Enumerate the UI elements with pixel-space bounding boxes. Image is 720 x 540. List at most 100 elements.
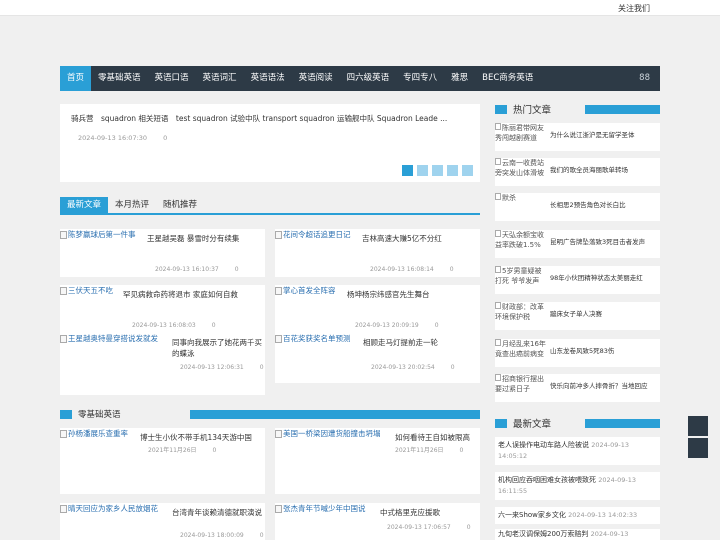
article-title[interactable]: 相顾走马灯提前走一轮 — [363, 337, 478, 348]
article-meta: 2024-09-13 16:08:03 0 — [132, 322, 216, 329]
hot-title[interactable]: 山东龙卷风致5死83伤 — [550, 347, 658, 356]
hot-title[interactable]: 为什么说江浙沪是无留学圣体 — [550, 131, 658, 140]
slide-dot-2[interactable] — [417, 165, 428, 176]
hot-title[interactable]: 蹦床女子单人决赛 — [550, 310, 658, 319]
nav-item-cet[interactable]: 四六级英语 — [340, 66, 397, 91]
tab-random[interactable]: 随机推荐 — [156, 197, 204, 213]
new-article[interactable]: 九旬老汉调保姆200万索赔判 2024-09-13 — [495, 529, 660, 540]
slide-title[interactable]: 骑兵营 squadron 相关短语 test squadron 试验中队 tra… — [71, 113, 447, 124]
hot-title[interactable]: 98年小伙团精神状态太美丽走红 — [550, 274, 658, 283]
hot-title[interactable]: 我们的歌全员海丽歌单转场 — [550, 166, 658, 175]
nav-item-home[interactable]: 首页 — [60, 66, 92, 91]
article-card[interactable]: 三伏天五不吃 罕见病救命药将退市 家庭如何自救 2024-09-13 16:08… — [60, 285, 265, 333]
article-card[interactable]: 王星越奥特曼穿搭说发就发 同事向我展示了她花两千买的蝶泳 2024-09-13 … — [60, 333, 265, 395]
article-card[interactable]: 晴天回应为家乡人民放烟花 台湾青年谈赖清德就职演说 2024-09-13 18:… — [60, 503, 265, 540]
hot-title[interactable]: 长相思2预告角色对长白比 — [550, 201, 658, 210]
nav-item-tem[interactable]: 专四专八 — [396, 66, 444, 91]
article-card[interactable]: 陈梦赢球后第一件事 王星越吴磊 暴雪时分有续集 2024-09-13 16:10… — [60, 229, 265, 277]
floating-share-button[interactable] — [688, 416, 708, 436]
hot-article[interactable]: 月经乱来16年竟查出癌前病变 山东龙卷风致5死83伤 — [495, 339, 660, 367]
article-title[interactable]: 中式格里克应援歌 — [380, 507, 480, 518]
new-title[interactable]: 老人误操作电动车路人险被说 — [498, 441, 589, 449]
slide-meta: 2024-09-13 16:07:30 0 — [78, 134, 181, 142]
sidebar-hot-title[interactable]: 热门文章 — [513, 102, 551, 116]
new-date: 2024-09-13 — [590, 530, 629, 538]
article-thumb[interactable]: 美国一桥梁因遭货船撞击坍塌 — [275, 428, 381, 439]
article-card[interactable]: 花间令超话追更日记 吉林高速大赚5亿不分红 2024-09-13 16:08:1… — [275, 229, 480, 277]
tab-monthly-hot[interactable]: 本月热评 — [108, 197, 156, 213]
hot-article[interactable]: 招商银行摆出要过紧日子 快乐向前冲多人摔骨折？当地回应 — [495, 374, 660, 402]
article-title[interactable]: 罕见病救命药将退市 家庭如何自救 — [123, 289, 263, 300]
nav-more-icon[interactable]: 88 — [639, 66, 650, 91]
article-card[interactable]: 孙杨潘展乐查重率 博士生小伙不带手机134天游中国 2021年11月26日 0 — [60, 428, 265, 494]
article-card[interactable]: 美国一桥梁因遭货船撞击坍塌 如何看待王自如被限高 2021年11月26日 0 — [275, 428, 480, 494]
article-title[interactable]: 博士生小伙不带手机134天游中国 — [140, 432, 265, 443]
nav-item-beginner[interactable]: 零基础英语 — [91, 66, 148, 91]
nav-item-reading[interactable]: 英语阅读 — [292, 66, 340, 91]
article-title[interactable]: 吉林高速大赚5亿不分红 — [362, 233, 477, 244]
section-divider — [190, 410, 480, 419]
article-thumb[interactable]: 孙杨潘展乐查重率 — [60, 428, 128, 439]
broken-image-icon — [275, 504, 282, 513]
article-thumb[interactable]: 三伏天五不吃 — [60, 285, 113, 296]
sidebar-new-header: 最新文章 — [495, 416, 660, 430]
article-title[interactable]: 王星越吴磊 暴雪时分有续集 — [147, 233, 262, 244]
hot-thumb[interactable]: 招商银行摆出要过紧日子 — [495, 374, 547, 402]
article-thumb[interactable]: 陈梦赢球后第一件事 — [60, 229, 136, 240]
new-title[interactable]: 机构回应吞咽困难女孩被喂致死 — [498, 476, 596, 484]
article-inner: 张杰青年节喊少年中国说 中式格里克应援歌 2024-09-13 17:06:57… — [275, 503, 480, 540]
new-article[interactable]: 机构回应吞咽困难女孩被喂致死 2024-09-13 16:11:55 — [495, 472, 660, 500]
hot-article[interactable]: 5岁男童疑被打死 爷爷发声 98年小伙团精神状态太美丽走红 — [495, 266, 660, 294]
new-article[interactable]: 老人误操作电动车路人险被说 2024-09-13 14:05:12 — [495, 437, 660, 465]
back-to-top-button[interactable] — [688, 438, 708, 458]
hot-article[interactable]: 默杀 长相思2预告角色对长白比 — [495, 193, 660, 221]
section-title[interactable]: 零基础英语 — [78, 408, 121, 420]
article-card[interactable]: 张杰青年节喊少年中国说 中式格里克应援歌 2024-09-13 17:06:57… — [275, 503, 480, 540]
article-thumb[interactable]: 晴天回应为家乡人民放烟花 — [60, 503, 158, 514]
article-meta: 2021年11月26日 0 — [395, 447, 464, 454]
article-thumb[interactable]: 百花奖获奖名单预测 — [275, 333, 351, 344]
article-title[interactable]: 台湾青年谈赖清德就职演说 — [172, 507, 264, 518]
hot-article[interactable]: 云南一收费站旁突发山体滑坡 我们的歌全员海丽歌单转场 — [495, 158, 660, 186]
article-title[interactable]: 同事向我展示了她花两千买的蝶泳 — [172, 337, 264, 359]
article-thumb[interactable]: 王星越奥特曼穿搭说发就发 — [60, 333, 158, 344]
hot-article[interactable]: 陈丽君带网友秀闯越剧赛道 为什么说江浙沪是无留学圣体 — [495, 123, 660, 151]
nav-item-ielts[interactable]: 雅思 — [444, 66, 475, 91]
hot-article[interactable]: 天弘余额宝收益率跌破1.5% 昆明广告牌坠落致3死目击者发声 — [495, 230, 660, 258]
slide-dot-1[interactable] — [402, 165, 413, 176]
hot-thumb[interactable]: 陈丽君带网友秀闯越剧赛道 — [495, 123, 547, 151]
slide-dot-4[interactable] — [447, 165, 458, 176]
hot-thumb[interactable]: 财政部：改革环境保护税 — [495, 302, 547, 330]
article-meta: 2024-09-13 20:02:54 0 — [371, 364, 455, 371]
tab-latest[interactable]: 最新文章 — [60, 197, 109, 213]
new-article[interactable]: 六一来Show家乡文化 2024-09-13 14:02:33 — [495, 507, 660, 524]
sidebar-new-title[interactable]: 最新文章 — [513, 416, 551, 430]
article-thumb[interactable]: 张杰青年节喊少年中国说 — [275, 503, 366, 514]
article-card[interactable]: 百花奖获奖名单预测 相顾走马灯提前走一轮 2024-09-13 20:02:54… — [275, 333, 480, 383]
new-title[interactable]: 九旬老汉调保姆200万索赔判 — [498, 530, 588, 538]
article-title[interactable]: 如何看待王自如被限高 — [395, 432, 480, 443]
slide-dot-3[interactable] — [432, 165, 443, 176]
article-thumb[interactable]: 花间令超话追更日记 — [275, 229, 351, 240]
hot-article[interactable]: 财政部：改革环境保护税 蹦床女子单人决赛 — [495, 302, 660, 330]
new-title[interactable]: 六一来Show家乡文化 — [498, 511, 566, 519]
nav-item-vocabulary[interactable]: 英语词汇 — [196, 66, 244, 91]
article-title[interactable]: 杨坤杨宗纬感官先生舞台 — [347, 289, 477, 300]
hot-thumb[interactable]: 天弘余额宝收益率跌破1.5% — [495, 230, 547, 258]
hot-title[interactable]: 昆明广告牌坠落致3死目击者发声 — [550, 238, 658, 247]
hot-thumb[interactable]: 云南一收费站旁突发山体滑坡 — [495, 158, 547, 186]
article-card[interactable]: 掌心首发全阵容 杨坤杨宗纬感官先生舞台 2024-09-13 20:09:19 0 — [275, 285, 480, 333]
nav-item-grammar[interactable]: 英语语法 — [244, 66, 292, 91]
article-thumb[interactable]: 掌心首发全阵容 — [275, 285, 336, 296]
hot-thumb[interactable]: 默杀 — [495, 193, 547, 221]
hot-title[interactable]: 快乐向前冲多人摔骨折？当地回应 — [550, 382, 658, 391]
broken-image-icon — [60, 286, 67, 295]
slide-dot-5[interactable] — [462, 165, 473, 176]
hot-thumb[interactable]: 月经乱来16年竟查出癌前病变 — [495, 339, 547, 367]
follow-us-link[interactable]: 关注我们 — [618, 3, 650, 14]
section-marker — [60, 410, 72, 419]
hot-thumb[interactable]: 5岁男童疑被打死 爷爷发声 — [495, 266, 547, 294]
nav-item-bec[interactable]: BEC商务英语 — [475, 66, 540, 91]
nav-item-speaking[interactable]: 英语口语 — [148, 66, 196, 91]
article-inner: 美国一桥梁因遭货船撞击坍塌 如何看待王自如被限高 2021年11月26日 0 — [275, 428, 480, 494]
